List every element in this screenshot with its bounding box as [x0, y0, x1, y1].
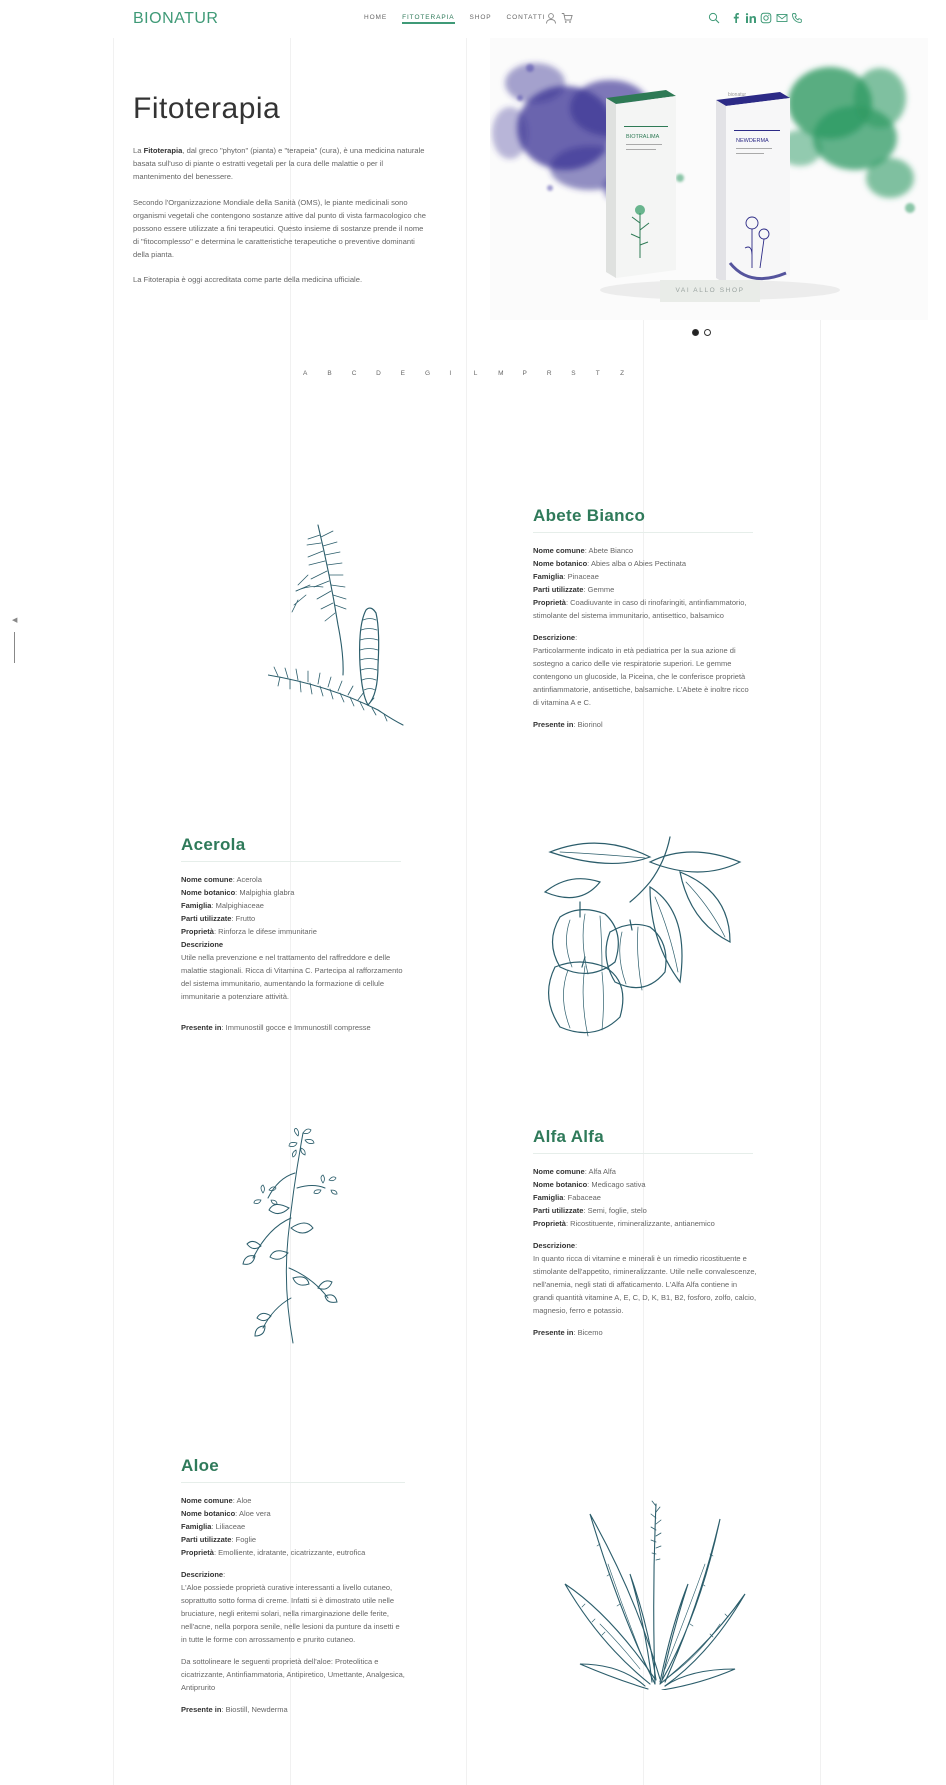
- plant-info-alfa-alfa: Nome comune: Alfa Alfa Nome botanico: Me…: [533, 1167, 757, 1337]
- plant-title-alfa-alfa: Alfa Alfa: [533, 1127, 605, 1146]
- grid-line: [113, 0, 114, 1785]
- hero-paragraph-2: Secondo l'Organizzazione Mondiale della …: [133, 198, 426, 259]
- plant-info-aloe: Nome comune: Aloe Nome botanico: Aloe ve…: [181, 1496, 405, 1714]
- letter-z[interactable]: Z: [620, 370, 644, 377]
- slider-dot-2[interactable]: [704, 329, 711, 336]
- letter-p[interactable]: P: [523, 370, 547, 377]
- nav-home[interactable]: HOME: [364, 14, 387, 21]
- linkedin-icon[interactable]: [745, 12, 757, 24]
- main-nav: HOME FITOTERAPIA SHOP CONTATTI: [364, 14, 560, 24]
- phone-icon[interactable]: [791, 12, 803, 24]
- plant-info-abete-bianco: Nome comune: Abete Bianco Nome botanico:…: [533, 546, 749, 729]
- page-title: Fitoterapia: [133, 92, 281, 125]
- aloe-illustration: [560, 1494, 750, 1690]
- letter-a[interactable]: A: [303, 370, 327, 377]
- letter-t[interactable]: T: [596, 370, 620, 377]
- product-name-right: NEWDERMA: [736, 138, 769, 144]
- facebook-icon[interactable]: [730, 12, 742, 24]
- title-divider: [181, 861, 401, 862]
- nav-contatti[interactable]: CONTATTI: [507, 14, 546, 21]
- side-scroll-arrow-icon[interactable]: ◀: [12, 616, 17, 624]
- title-divider: [533, 1153, 753, 1154]
- acerola-illustration: [540, 832, 750, 1042]
- title-divider: [181, 1482, 405, 1483]
- letter-r[interactable]: R: [547, 370, 571, 377]
- title-divider: [533, 532, 753, 533]
- grid-line: [466, 0, 467, 1785]
- letter-b[interactable]: B: [327, 370, 351, 377]
- letter-m[interactable]: M: [498, 370, 522, 377]
- letter-g[interactable]: G: [425, 370, 449, 377]
- brand-small: bionatur: [728, 92, 746, 98]
- shop-cta-button[interactable]: VAI ALLO SHOP: [660, 280, 760, 302]
- product-name-left: BIOTRALIMA: [626, 134, 660, 140]
- letter-s[interactable]: S: [571, 370, 595, 377]
- site-header: BIONATUR HOME FITOTERAPIA SHOP CONTATTI: [0, 0, 946, 38]
- alfalfa-illustration: [233, 1128, 353, 1346]
- hero-paragraph-3: La Fitoterapia è oggi accreditata come p…: [133, 275, 363, 284]
- plant-title-abete-bianco: Abete Bianco: [533, 506, 646, 525]
- letter-d[interactable]: D: [376, 370, 400, 377]
- plant-info-acerola: Nome comune: Acerola Nome botanico: Malp…: [181, 875, 403, 1032]
- plant-title-acerola: Acerola: [181, 835, 246, 854]
- nav-fitoterapia[interactable]: FITOTERAPIA: [402, 14, 455, 24]
- hero-banner-slide[interactable]: BIOTRALIMA NEWDERMA bionatur: [490, 38, 928, 320]
- letter-i[interactable]: I: [449, 370, 473, 377]
- user-icon[interactable]: [545, 12, 557, 24]
- logo[interactable]: BIONATUR: [133, 10, 218, 28]
- alphabet-filter: A B C D E G I L M P R S T Z: [303, 370, 644, 377]
- hero-paragraph-1: La Fitoterapia, dal greco "phyton" (pian…: [133, 146, 425, 181]
- fir-branch-illustration: [268, 515, 428, 730]
- side-scroll-line: [14, 632, 15, 663]
- letter-l[interactable]: L: [474, 370, 498, 377]
- letter-e[interactable]: E: [401, 370, 425, 377]
- mail-icon[interactable]: [776, 12, 788, 24]
- cart-icon[interactable]: [561, 12, 573, 24]
- nav-shop[interactable]: SHOP: [470, 14, 492, 21]
- product-banner-illustration: BIOTRALIMA NEWDERMA bionatur: [492, 63, 915, 300]
- plant-title-aloe: Aloe: [181, 1456, 220, 1475]
- search-icon[interactable]: [708, 12, 720, 24]
- letter-c[interactable]: C: [352, 370, 376, 377]
- slider-dot-1[interactable]: [692, 329, 699, 336]
- instagram-icon[interactable]: [760, 12, 772, 24]
